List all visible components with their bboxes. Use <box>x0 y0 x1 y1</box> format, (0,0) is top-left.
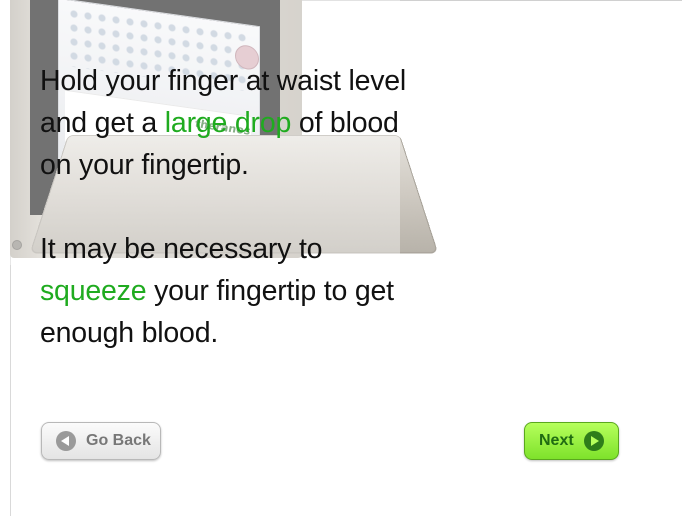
instruction-text-part: It may be necessary to <box>40 233 323 265</box>
highlight-squeeze: squeeze <box>40 275 147 307</box>
go-back-label: Go Back <box>86 432 151 449</box>
instruction-paragraph-2: It may be necessary to squeeze your fing… <box>40 228 420 354</box>
instruction-paragraph-1: Hold your finger at waist level and get … <box>40 60 420 186</box>
next-button[interactable]: Next <box>524 422 619 460</box>
next-label: Next <box>539 432 574 449</box>
arrow-left-circle-icon <box>56 431 76 451</box>
arrow-right-circle-icon <box>583 431 604 451</box>
instruction-text: Hold your finger at waist level and get … <box>40 60 420 354</box>
highlight-large-drop: large drop <box>164 107 292 139</box>
go-back-button[interactable]: Go Back <box>41 422 161 460</box>
